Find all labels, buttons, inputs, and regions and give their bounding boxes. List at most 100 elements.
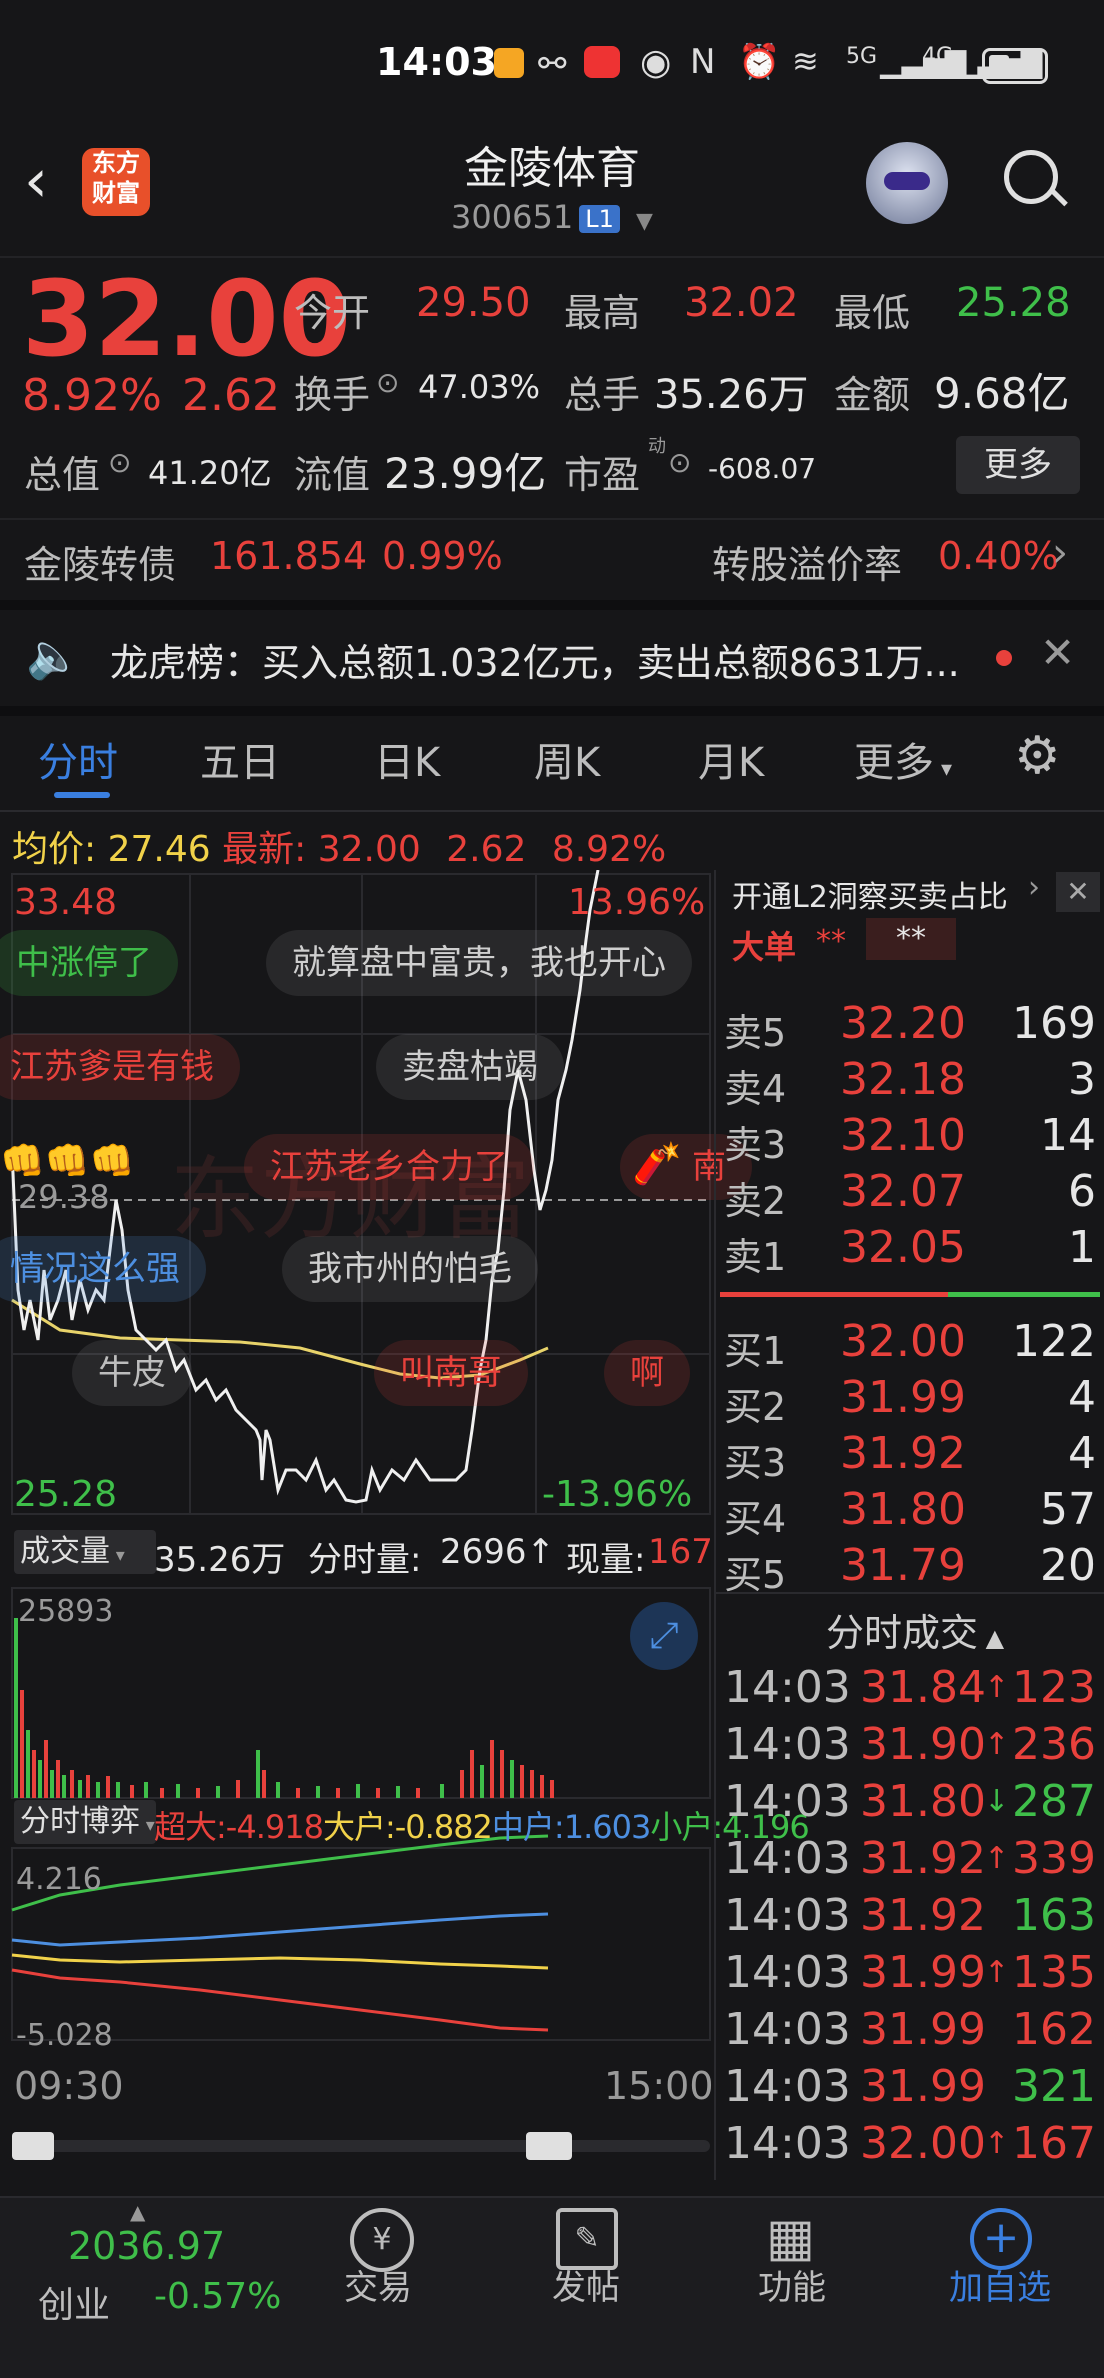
chevron-down-icon: ▼ bbox=[636, 209, 653, 234]
firecracker-icon: 🧨 bbox=[632, 1141, 682, 1187]
book-price: 32.07 bbox=[840, 1166, 966, 1217]
open-label: 今开 bbox=[294, 291, 371, 335]
danmaku-2[interactable]: 就算盘中富贵，我也开心 bbox=[266, 930, 692, 996]
trade-price: 31.84 bbox=[860, 1662, 986, 1713]
book-volume: 20 bbox=[1040, 1540, 1096, 1591]
tab-week-k[interactable]: 周K bbox=[534, 730, 600, 788]
notice-text: 龙虎榜：买入总额1.032亿元，卖出总额8631万... bbox=[110, 641, 960, 685]
price-summary: 均价: 27.46 最新: 32.00 2.62 8.92% bbox=[12, 820, 666, 872]
latest-label: 最新: bbox=[222, 829, 307, 870]
volume-selector[interactable]: 成交量 ▾ bbox=[14, 1530, 156, 1574]
trade-row: 14:03 32.00 ↑ 167 bbox=[720, 2118, 1100, 2174]
danmaku-11[interactable]: 啊 bbox=[604, 1340, 690, 1406]
wifi-icon: ≋ bbox=[792, 42, 819, 80]
latest-pct: 8.92% bbox=[551, 829, 667, 870]
trade-price: 31.99 bbox=[860, 2004, 986, 2055]
trade-volume: 163 bbox=[1012, 1890, 1096, 1941]
danmaku-7[interactable]: 情况这么强 bbox=[0, 1236, 206, 1302]
big-label: 大户: bbox=[322, 1808, 396, 1846]
robot-assistant-icon[interactable] bbox=[866, 142, 948, 224]
trade-time: 14:03 bbox=[724, 1719, 851, 1770]
open-value: 29.50 bbox=[416, 280, 531, 326]
status-bar: 14:03 ⚯ ◉ N ⏰ ≋ 5G ▁▃▅▇ 4G ▁▃▅▇ bbox=[0, 0, 1104, 130]
close-icon[interactable]: ✕ bbox=[1056, 872, 1100, 912]
game-selector-label: 分时博弈 bbox=[20, 1804, 140, 1839]
nav-function[interactable]: 功能 bbox=[712, 2260, 872, 2309]
order-book-row: 卖5 32.20 169 bbox=[720, 998, 1100, 1055]
bond-row[interactable]: 金陵转债 161.854 0.99% 转股溢价率 0.40% › bbox=[0, 520, 1104, 600]
eye-icon: ◉ bbox=[640, 42, 672, 83]
tab-month-k[interactable]: 月K bbox=[698, 730, 764, 788]
close-icon[interactable]: ✕ bbox=[1040, 628, 1075, 677]
trade-arrow: ↑ bbox=[984, 1955, 1010, 1990]
range-handle-left[interactable] bbox=[12, 2132, 54, 2160]
game-selector[interactable]: 分时博弈 ▾ bbox=[14, 1800, 156, 1844]
order-book-row: 卖1 32.05 1 bbox=[720, 1222, 1100, 1279]
danmaku-1[interactable]: 中涨停了 bbox=[0, 930, 178, 996]
nav-post[interactable]: 发帖 bbox=[506, 2260, 666, 2309]
trade-price: 31.90 bbox=[860, 1719, 986, 1770]
danmaku-4[interactable]: 卖盘枯竭 bbox=[376, 1034, 564, 1100]
volume-selector-label: 成交量 bbox=[20, 1534, 110, 1569]
tab-intraday[interactable]: 分时 bbox=[38, 730, 118, 788]
danmaku-3[interactable]: 江苏爹是有钱 bbox=[0, 1034, 240, 1100]
tick-volume: 2696↑ bbox=[440, 1532, 556, 1572]
nav-trade[interactable]: 交易 bbox=[298, 2260, 458, 2309]
danmaku-5[interactable]: 江苏老乡合力了 bbox=[244, 1134, 534, 1200]
panel-divider bbox=[714, 870, 716, 2180]
search-icon[interactable] bbox=[1004, 150, 1068, 207]
tab-more-label: 更多 bbox=[854, 740, 934, 786]
settings-gear-icon[interactable]: ⚙ bbox=[1014, 726, 1061, 786]
alarm-icon: ⏰ bbox=[738, 42, 781, 82]
l2-banner-text: 开通L2洞察买卖占比 bbox=[732, 880, 1008, 915]
book-price: 31.99 bbox=[840, 1372, 966, 1423]
index-name[interactable]: 创业 bbox=[38, 2276, 110, 2328]
trade-price: 31.80 bbox=[860, 1776, 986, 1827]
caret-up-icon: ▲ bbox=[130, 2200, 146, 2224]
bid-ask-ratio-bar bbox=[720, 1292, 1100, 1297]
order-book-row: 买4 31.80 57 bbox=[720, 1484, 1100, 1541]
link-icon: ⚯ bbox=[538, 44, 567, 84]
speaker-icon: 🔈 bbox=[26, 631, 81, 682]
order-book-row: 卖3 32.10 14 bbox=[720, 1110, 1100, 1167]
danmaku-10[interactable]: 叫南哥 bbox=[374, 1340, 528, 1406]
trade-time: 14:03 bbox=[724, 1947, 851, 1998]
chart-top-pct: 13.96% bbox=[568, 882, 706, 923]
book-price: 31.80 bbox=[840, 1484, 966, 1535]
order-book-row: 买2 31.99 4 bbox=[720, 1372, 1100, 1429]
info-dots-icon-3[interactable]: ⊙ bbox=[668, 446, 691, 479]
index-pct: -0.57% bbox=[154, 2276, 282, 2317]
info-dots-icon[interactable]: ⊙ bbox=[376, 366, 399, 399]
order-book-row: 买5 31.79 20 bbox=[720, 1540, 1100, 1597]
bond-pct: 0.99% bbox=[382, 534, 503, 578]
info-dots-icon-2[interactable]: ⊙ bbox=[108, 446, 131, 479]
premium-value: 0.40% bbox=[938, 534, 1059, 578]
tab-five-day[interactable]: 五日 bbox=[200, 730, 280, 788]
pe-label: 市盈 bbox=[564, 453, 641, 497]
danmaku-8[interactable]: 我市州的怕毛 bbox=[282, 1236, 538, 1302]
order-book-row: 卖4 32.18 3 bbox=[720, 1054, 1100, 1111]
app-notify-icon bbox=[494, 48, 524, 78]
amount-value: 9.68亿 bbox=[934, 369, 1070, 418]
stock-code: 300651 bbox=[451, 198, 574, 236]
trade-row: 14:03 31.84 ↑ 123 bbox=[720, 1662, 1100, 1718]
danmaku-9[interactable]: 牛皮 bbox=[72, 1340, 192, 1406]
more-button[interactable]: 更多 bbox=[956, 436, 1080, 494]
chart-bottom-pct: -13.96% bbox=[542, 1474, 693, 1515]
l2-banner[interactable]: 开通L2洞察买卖占比 › ✕ bbox=[720, 870, 1104, 918]
tab-more[interactable]: 更多 ▾ bbox=[854, 730, 952, 788]
dragon-tiger-notice[interactable]: 🔈 龙虎榜：买入总额1.032亿元，卖出总额8631万... ✕ bbox=[0, 610, 1104, 706]
tab-day-k[interactable]: 日K bbox=[374, 730, 440, 788]
trades-title[interactable]: 分时成交 ▲ bbox=[826, 1602, 1004, 1657]
index-value: 2036.97 bbox=[68, 2224, 226, 2268]
trade-volume: 135 bbox=[1012, 1947, 1096, 1998]
big-order-label: 大单 bbox=[732, 928, 797, 966]
range-handle-right[interactable] bbox=[526, 2132, 572, 2160]
trade-arrow: ↓ bbox=[984, 1784, 1010, 1819]
expand-icon[interactable]: ⤢ bbox=[630, 1602, 698, 1670]
trade-time: 14:03 bbox=[724, 1833, 851, 1884]
nav-add-watch[interactable]: 加自选 bbox=[920, 2260, 1080, 2309]
trade-volume: 287 bbox=[1012, 1776, 1096, 1827]
trade-time: 14:03 bbox=[724, 1662, 851, 1713]
time-start: 09:30 bbox=[14, 2064, 124, 2108]
